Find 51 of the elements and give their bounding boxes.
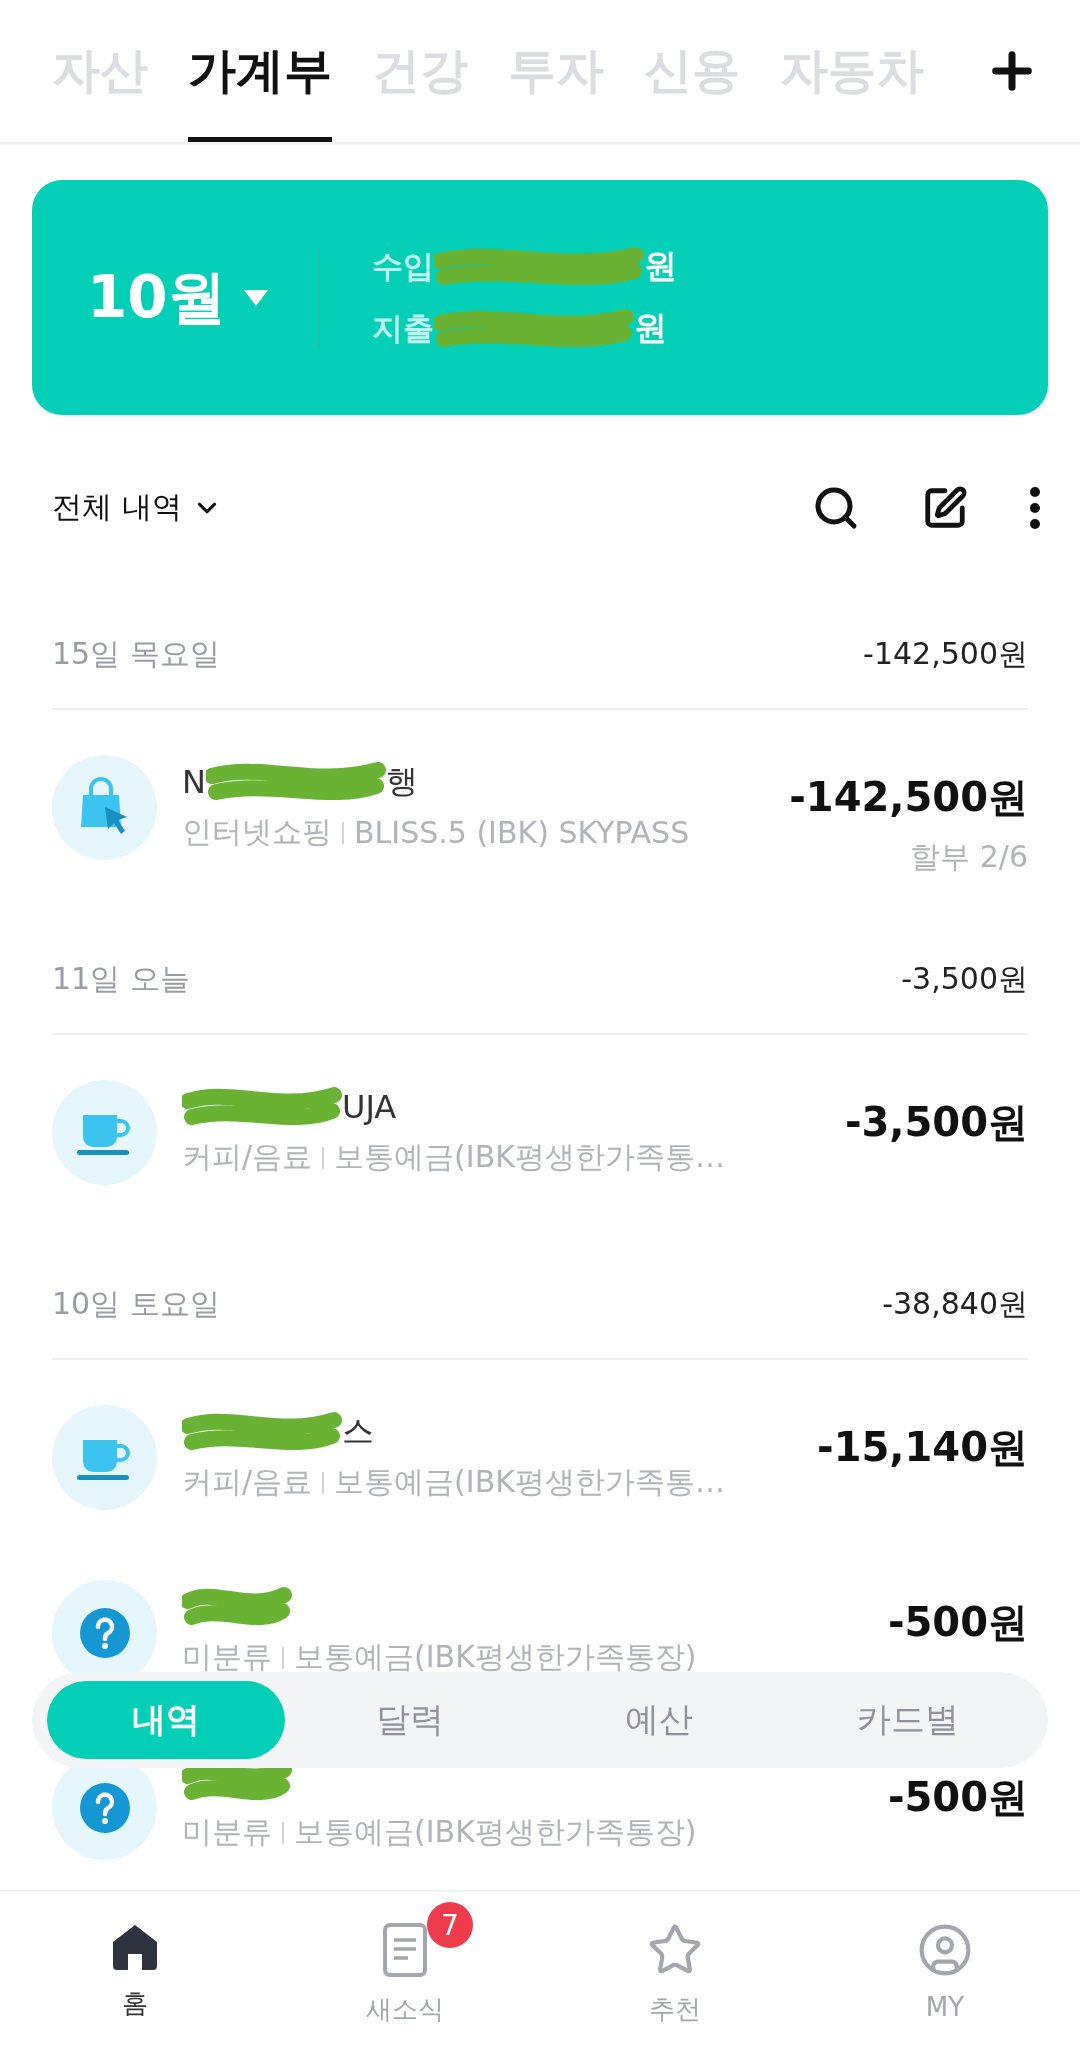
nav-item[interactable]: 새소식 7 (270, 1892, 540, 2065)
document-icon (382, 1922, 428, 1978)
summary-label: 수입 (371, 246, 434, 286)
day-date: 15일 목요일 (52, 634, 220, 673)
summary-label: 지출 (371, 308, 434, 348)
transaction-amount: -500원 (887, 1773, 1028, 1822)
transaction-amount: -15,140원 (817, 1423, 1028, 1472)
view-tab[interactable]: 달력 (285, 1681, 535, 1759)
day-date: 11일 오늘 (52, 959, 190, 998)
view-tab[interactable]: 카드별 (783, 1681, 1033, 1759)
view-tab[interactable]: 예산 (534, 1681, 784, 1759)
notification-badge: 7 (427, 1902, 473, 1948)
category-text: 미분류 (182, 1638, 272, 1676)
summary-unit: 원 (633, 307, 667, 349)
transaction-amount: -3,500원 (844, 1098, 1028, 1147)
transaction-amount: -500원 (887, 1598, 1028, 1647)
month-selector[interactable]: 10월 (87, 258, 268, 337)
category-text: 커피/음료 (182, 1463, 313, 1501)
category-text: 커피/음료 (182, 1138, 313, 1176)
question-icon (79, 1782, 130, 1833)
edit-icon (922, 484, 968, 531)
day-date: 10일 토요일 (52, 1284, 220, 1323)
category-tab[interactable]: 가계부 (188, 0, 332, 142)
nav-item[interactable]: MY (810, 1892, 1080, 2065)
transaction-amount: -142,500원 (789, 773, 1028, 822)
nav-item[interactable]: 추천 (540, 1892, 810, 2065)
profile-icon (917, 1922, 973, 1978)
merchant-name: N (182, 763, 206, 801)
account-text: BLISS.5 (IBK) SKYPASS (354, 815, 690, 850)
category-text: 미분류 (182, 1813, 272, 1851)
day-total: -3,500원 (901, 959, 1028, 998)
edit-button[interactable] (922, 484, 968, 531)
merchant-name: UJA (342, 1088, 397, 1126)
account-text: 보통예금(IBK평생한가족통… (334, 1138, 725, 1176)
question-icon (79, 1607, 130, 1658)
caret-icon (243, 289, 268, 306)
view-tab[interactable]: 내역 (47, 1681, 285, 1759)
more-icon (1030, 486, 1040, 529)
summary-unit: 원 (643, 245, 677, 287)
more-button[interactable] (1030, 486, 1040, 529)
day-total: -142,500원 (863, 634, 1028, 673)
day-total: -38,840원 (882, 1284, 1028, 1323)
nav-item[interactable]: 홈 (0, 1892, 270, 2065)
installment-note: 할부 2/6 (910, 838, 1028, 876)
account-text: 보통예금(IBK평생한가족통장) (294, 1813, 697, 1851)
merchant-name: 행 (385, 761, 418, 802)
account-text: 보통예금(IBK평생한가족통장) (294, 1638, 697, 1676)
filter-dropdown[interactable]: 전체 내역 (52, 487, 222, 528)
category-text: 인터넷쇼핑 (182, 813, 332, 851)
account-text: 보통예금(IBK평생한가족통… (334, 1463, 725, 1501)
merchant-name: 스 (342, 1411, 374, 1452)
